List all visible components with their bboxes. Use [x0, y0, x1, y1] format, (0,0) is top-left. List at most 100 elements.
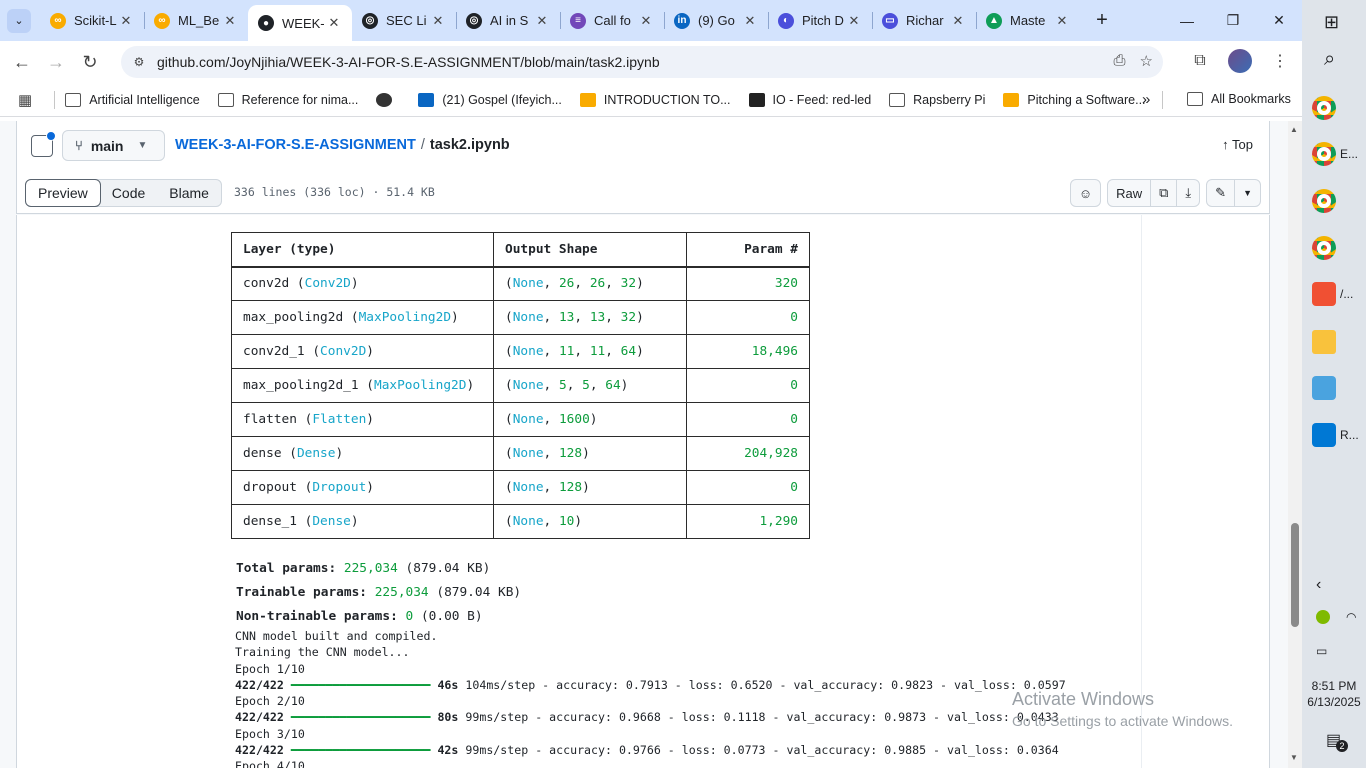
apps-grid-icon[interactable]: ▦: [18, 91, 32, 109]
back-button[interactable]: ←: [5, 45, 39, 79]
watermark-title: Activate Windows: [1012, 689, 1155, 709]
branch-selector[interactable]: ⑂ main ▼: [62, 130, 165, 161]
extensions-button[interactable]: ⧉: [1186, 47, 1214, 75]
download-icon[interactable]: ⤓: [1176, 180, 1199, 206]
shape-dim: 32: [620, 310, 637, 325]
install-app-icon[interactable]: ⎙: [1114, 52, 1126, 70]
bookmark-item[interactable]: INTRODUCTION TO...: [579, 92, 731, 107]
close-tab-icon[interactable]: ✕: [638, 13, 654, 29]
scroll-down-icon[interactable]: ▼: [1290, 753, 1298, 762]
bookmark-item[interactable]: Pitching a Software...: [1003, 92, 1146, 107]
taskbar-app[interactable]: [1312, 232, 1362, 264]
browser-toolbar: ← → ↻ ⚙ github.com/JoyNjihia/WEEK-3-AI-F…: [0, 41, 1302, 83]
epoch-time: 42s: [437, 743, 459, 758]
divider: [54, 90, 56, 109]
output-shape-cell: (None, 11, 11, 64): [493, 334, 687, 369]
sidebar-toggle-icon[interactable]: [31, 131, 56, 157]
browser-tab[interactable]: ∞ ML_Be ✕: [144, 0, 248, 41]
tab-blame[interactable]: Blame: [157, 180, 221, 206]
profile-avatar[interactable]: [1228, 49, 1252, 73]
model-summary-table: Layer (type) Output Shape Param # conv2d…: [231, 232, 810, 539]
browser-menu-button[interactable]: ⋮: [1266, 47, 1294, 75]
scrollbar-thumb[interactable]: [1291, 523, 1299, 627]
chevron-down-icon[interactable]: ▼: [1234, 180, 1260, 206]
pencil-icon[interactable]: ✎: [1207, 180, 1234, 206]
tab-code[interactable]: Code: [100, 180, 157, 206]
chevron-left-icon[interactable]: ‹: [1316, 576, 1321, 594]
restore-button[interactable]: ❐: [1210, 0, 1256, 41]
close-tab-icon[interactable]: ✕: [742, 13, 758, 29]
notification-center-icon[interactable]: ▤ 2: [1326, 730, 1348, 752]
browser-tab[interactable]: ● WEEK- ✕: [248, 5, 352, 41]
search-icon[interactable]: ⌕: [1324, 48, 1335, 71]
reload-button[interactable]: ↻: [73, 45, 107, 79]
minimize-button[interactable]: —: [1164, 0, 1210, 41]
copy-icon[interactable]: ⧉: [1150, 180, 1176, 206]
tray-app-icon[interactable]: [1316, 610, 1330, 624]
tab-title: WEEK-: [282, 15, 325, 31]
tab-search-button[interactable]: ⌄: [7, 8, 31, 33]
taskbar-app[interactable]: R...: [1312, 419, 1362, 451]
taskbar-app[interactable]: [1312, 185, 1362, 217]
watermark-subtitle: Go to Settings to activate Windows.: [1012, 713, 1233, 729]
taskbar-app[interactable]: [1312, 326, 1362, 358]
bookmark-item[interactable]: Reference for nima...: [217, 92, 358, 107]
more-bookmarks-button[interactable]: »: [1142, 91, 1150, 108]
battery-icon[interactable]: ▭: [1316, 644, 1327, 658]
browser-tab[interactable]: ◎ SEC Li ✕: [352, 0, 456, 41]
bookmark-item[interactable]: [376, 92, 400, 107]
copilot-icon: ☺: [1078, 185, 1093, 201]
close-tab-icon[interactable]: ✕: [326, 15, 342, 31]
scroll-up-icon[interactable]: ▲: [1290, 125, 1298, 134]
browser-tab[interactable]: ▭ Richar ✕: [872, 0, 976, 41]
browser-tab[interactable]: in (9) Go ✕: [664, 0, 768, 41]
wifi-icon[interactable]: ◠: [1346, 610, 1356, 624]
taskbar-app[interactable]: [1312, 372, 1362, 404]
taskbar-app[interactable]: [1312, 92, 1362, 124]
system-clock[interactable]: 8:51 PM 6/13/2025: [1302, 678, 1366, 710]
close-window-button[interactable]: ✕: [1256, 0, 1302, 41]
reload-icon: ↻: [82, 51, 98, 72]
table-row: max_pooling2d_1 (MaxPooling2D) (None, 5, …: [231, 368, 810, 403]
forward-button[interactable]: →: [39, 45, 73, 79]
close-tab-icon[interactable]: ✕: [846, 13, 862, 29]
tab-preview[interactable]: Preview: [25, 179, 101, 207]
address-bar[interactable]: ⚙ github.com/JoyNjihia/WEEK-3-AI-FOR-S.E…: [121, 46, 1163, 78]
restore-icon: ❐: [1226, 12, 1240, 28]
layer-name-cell: max_pooling2d_1 (MaxPooling2D): [231, 368, 494, 403]
log-line: Training the CNN model...: [235, 645, 410, 660]
close-tab-icon[interactable]: ✕: [430, 13, 446, 29]
close-tab-icon[interactable]: ✕: [1054, 13, 1070, 29]
browser-tab[interactable]: ∞ Scikit-L ✕: [40, 0, 144, 41]
close-tab-icon[interactable]: ✕: [950, 13, 966, 29]
step-count: 422/422: [235, 677, 284, 692]
taskbar-app[interactable]: /...: [1312, 278, 1362, 310]
all-bookmarks-button[interactable]: All Bookmarks: [1187, 92, 1291, 106]
windows-start-icon[interactable]: ⊞: [1324, 12, 1339, 33]
tab-title: SEC Li: [386, 13, 427, 28]
bookmark-item[interactable]: (21) Gospel (Ifeyich...: [418, 92, 562, 107]
repo-link[interactable]: WEEK-3-AI-FOR-S.E-ASSIGNMENT: [175, 137, 416, 153]
bookmark-item[interactable]: Artificial Intelligence: [65, 92, 200, 107]
raw-button[interactable]: Raw: [1108, 180, 1150, 206]
browser-tab[interactable]: ◐ Pitch D ✕: [768, 0, 872, 41]
close-tab-icon[interactable]: ✕: [222, 13, 238, 29]
browser-tab[interactable]: ◎ AI in S ✕: [456, 0, 560, 41]
copilot-button[interactable]: ☺: [1069, 179, 1102, 207]
browser-tab[interactable]: ▲ Maste ✕: [976, 0, 1080, 41]
param-count-cell: 0: [686, 402, 810, 437]
close-tab-icon[interactable]: ✕: [534, 13, 550, 29]
bookmark-item[interactable]: Rapsberry Pi: [889, 92, 985, 107]
close-tab-icon[interactable]: ✕: [118, 13, 134, 29]
bookmark-item[interactable]: IO - Feed: red-led: [748, 92, 871, 107]
top-button[interactable]: ↑ Top: [1222, 137, 1253, 152]
site-info-icon[interactable]: ⚙: [129, 52, 149, 72]
tab-favicon-icon: in: [674, 12, 690, 29]
shape-dim: None: [512, 344, 544, 359]
bookmark-star-icon[interactable]: ☆: [1140, 52, 1153, 70]
page-scrollbar[interactable]: ▲ ▼: [1288, 121, 1302, 768]
raw-actions: Raw ⧉ ⤓: [1107, 179, 1201, 207]
taskbar-app[interactable]: E...: [1312, 138, 1362, 170]
new-tab-button[interactable]: +: [1088, 7, 1116, 35]
browser-tab[interactable]: ≡ Call fo ✕: [560, 0, 664, 41]
